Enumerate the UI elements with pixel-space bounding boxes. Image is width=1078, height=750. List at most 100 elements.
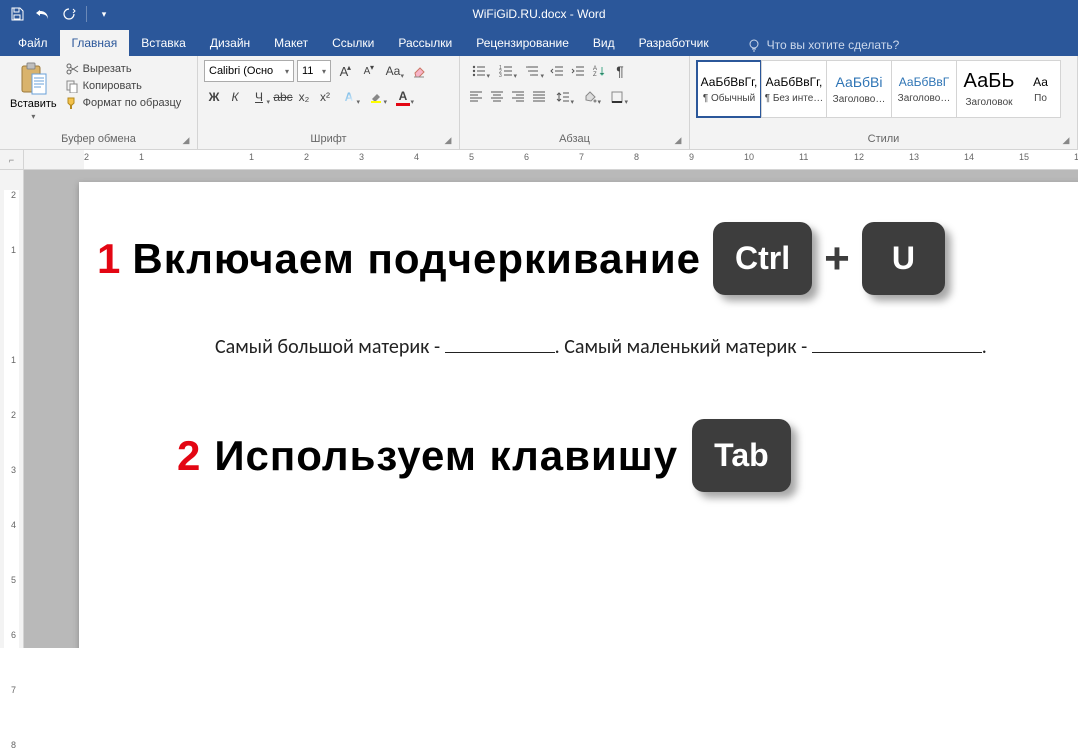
tab-mailings[interactable]: Рассылки <box>386 30 464 56</box>
qat-customize-icon[interactable]: ▾ <box>95 5 113 23</box>
page[interactable]: 1 Включаем подчеркивание Ctrl + U Самый … <box>79 182 1078 648</box>
highlight-button[interactable]: ▾ <box>363 86 389 108</box>
justify-button[interactable] <box>529 86 549 108</box>
superscript-button[interactable]: x² <box>315 86 335 108</box>
key-tab: Tab <box>692 419 791 492</box>
align-left-icon <box>469 90 483 105</box>
style-heading2[interactable]: АаБбВвГ Заголово… <box>891 60 957 118</box>
redo-icon[interactable] <box>60 5 78 23</box>
group-label-paragraph: Абзац ◢ <box>466 133 683 147</box>
step-1-number: 1 <box>97 235 120 283</box>
blank-underline-2 <box>812 352 982 353</box>
line-spacing-button[interactable]: ▾ <box>550 86 576 108</box>
font-name-combo[interactable]: Calibri (Осно▾ <box>204 60 294 82</box>
document-canvas: 1 Включаем подчеркивание Ctrl + U Самый … <box>24 170 1078 648</box>
tab-home[interactable]: Главная <box>60 30 130 56</box>
subscript-button[interactable]: x₂ <box>294 86 314 108</box>
decrease-indent-button[interactable] <box>547 60 567 82</box>
italic-button[interactable]: К <box>225 86 245 108</box>
multilevel-list-button[interactable]: ▾ <box>520 60 546 82</box>
blank-underline-1 <box>445 352 555 353</box>
qat-separator <box>86 6 87 22</box>
tab-developer[interactable]: Разработчик <box>627 30 721 56</box>
brush-icon <box>65 96 79 110</box>
strike-button[interactable]: abc <box>273 86 293 108</box>
svg-text:Z: Z <box>593 72 597 78</box>
borders-button[interactable]: ▾ <box>604 86 630 108</box>
paste-icon <box>18 62 48 96</box>
plus-sign: + <box>824 234 850 284</box>
clear-formatting-button[interactable] <box>409 60 429 82</box>
change-case-button[interactable]: Aa▾ <box>380 60 406 82</box>
cut-button[interactable]: Вырезать <box>65 62 182 76</box>
group-label-font: Шрифт ◢ <box>204 133 453 147</box>
vertical-ruler[interactable]: 2112345678 <box>0 170 24 648</box>
numbering-button[interactable]: 123▾ <box>493 60 519 82</box>
pilcrow-icon: ¶ <box>616 63 624 79</box>
sort-icon: AZ <box>592 64 606 78</box>
scissors-icon <box>65 62 79 76</box>
align-center-button[interactable] <box>487 86 507 108</box>
shading-button[interactable]: ▾ <box>577 86 603 108</box>
dialog-launcher-icon[interactable]: ◢ <box>443 135 453 145</box>
dialog-launcher-icon[interactable]: ◢ <box>1061 135 1071 145</box>
align-right-button[interactable] <box>508 86 528 108</box>
text-effects-button[interactable]: A▾ <box>336 86 362 108</box>
bold-button[interactable]: Ж <box>204 86 224 108</box>
copy-button[interactable]: Копировать <box>65 79 182 93</box>
tab-layout[interactable]: Макет <box>262 30 320 56</box>
show-marks-button[interactable]: ¶ <box>610 60 630 82</box>
quick-access-toolbar: ▾ <box>0 5 113 23</box>
ribbon: Вставить ▾ Вырезать Копировать <box>0 56 1078 150</box>
style-title[interactable]: АаБЬ Заголовок <box>956 60 1022 118</box>
tab-review[interactable]: Рецензирование <box>464 30 581 56</box>
tab-design[interactable]: Дизайн <box>198 30 262 56</box>
horizontal-ruler[interactable]: ⌐ 2112345678910111213141516 <box>0 150 1078 170</box>
lightbulb-icon <box>747 38 761 52</box>
group-clipboard: Вставить ▾ Вырезать Копировать <box>0 56 198 149</box>
style-heading1[interactable]: АаБбВі Заголово… <box>826 60 892 118</box>
style-normal[interactable]: АаБбВвГг, ¶ Обычный <box>696 60 762 118</box>
format-painter-button[interactable]: Формат по образцу <box>65 96 182 110</box>
tab-file[interactable]: Файл <box>6 30 60 56</box>
grow-font-button[interactable]: A▴ <box>334 60 354 82</box>
cut-label: Вырезать <box>83 63 132 75</box>
copy-icon <box>65 79 79 93</box>
paste-button[interactable]: Вставить ▾ <box>6 60 61 123</box>
group-label-clipboard: Буфер обмена ◢ <box>6 133 191 147</box>
tell-me-label: Что вы хотите сделать? <box>767 38 900 52</box>
undo-icon[interactable] <box>34 5 52 23</box>
format-painter-label: Формат по образцу <box>83 97 182 109</box>
document-body-text[interactable]: Самый большой материк - . Самый маленьки… <box>215 335 1027 359</box>
font-size-combo[interactable]: 11▾ <box>297 60 331 82</box>
group-label-styles: Стили ◢ <box>696 133 1071 147</box>
group-paragraph: ▾ 123▾ ▾ AZ ¶ <box>460 56 690 149</box>
ribbon-tabs: Файл Главная Вставка Дизайн Макет Ссылки… <box>0 28 1078 56</box>
shrink-font-button[interactable]: A▾ <box>357 60 377 82</box>
style-more[interactable]: Аа По <box>1021 60 1061 118</box>
underline-button[interactable]: Ч▾ <box>246 86 272 108</box>
increase-indent-button[interactable] <box>568 60 588 82</box>
bullets-icon <box>472 65 486 77</box>
tab-view[interactable]: Вид <box>581 30 627 56</box>
styles-gallery[interactable]: АаБбВвГг, ¶ Обычный АаБбВвГг, ¶ Без инте… <box>696 60 1071 118</box>
line-spacing-icon <box>556 90 570 104</box>
key-u: U <box>862 222 945 295</box>
align-left-button[interactable] <box>466 86 486 108</box>
borders-icon <box>610 90 624 104</box>
tell-me-search[interactable]: Что вы хотите сделать? <box>741 34 906 56</box>
dialog-launcher-icon[interactable]: ◢ <box>181 135 191 145</box>
style-no-spacing[interactable]: АаБбВвГг, ¶ Без инте… <box>761 60 827 118</box>
tab-insert[interactable]: Вставка <box>129 30 198 56</box>
paste-label: Вставить <box>10 98 57 110</box>
step-1-text: Включаем подчеркивание <box>132 235 701 283</box>
save-icon[interactable] <box>8 5 26 23</box>
outdent-icon <box>550 65 564 77</box>
font-color-button[interactable]: A▾ <box>390 86 416 108</box>
bullets-button[interactable]: ▾ <box>466 60 492 82</box>
align-center-icon <box>490 90 504 105</box>
dialog-launcher-icon[interactable]: ◢ <box>673 135 683 145</box>
tab-references[interactable]: Ссылки <box>320 30 386 56</box>
sort-button[interactable]: AZ <box>589 60 609 82</box>
svg-text:3: 3 <box>499 73 502 77</box>
